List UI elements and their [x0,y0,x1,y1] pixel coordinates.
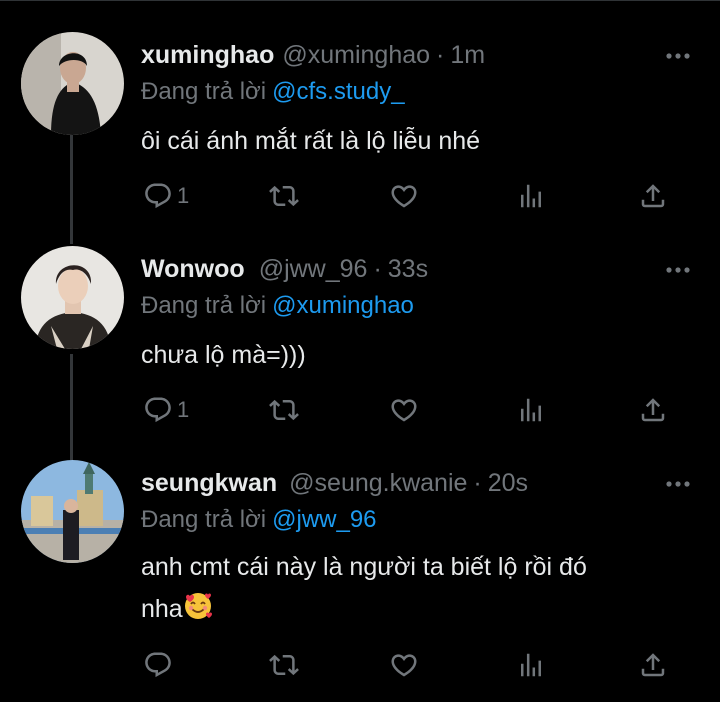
reply-button[interactable] [143,648,177,682]
like-icon [389,650,419,680]
replying-prefix: Đang trả lời [141,506,267,533]
like-button[interactable] [389,179,419,213]
views-button[interactable] [516,648,546,682]
like-button[interactable] [389,393,419,427]
avatar[interactable] [21,246,124,349]
tweet-text: ôi cái ánh mắt rất là lộ liễu nhé [141,127,481,155]
replying-mention[interactable]: @xuminghao [272,292,414,319]
separator-dot: · [373,254,382,283]
share-icon [638,650,668,680]
views-button[interactable] [516,179,546,213]
like-icon [389,181,419,211]
timestamp[interactable]: 20s [488,469,528,498]
more-icon[interactable] [665,52,691,60]
reply-count: 1 [177,183,190,208]
retweet-button[interactable] [269,393,299,427]
reply-count: 1 [177,397,190,422]
user-handle[interactable]: @jww_96 [259,255,368,284]
user-handle[interactable]: @xuminghao [282,41,430,70]
tweet-header: seungkwan @seung.kwanie · 20s [141,466,528,500]
share-button[interactable] [638,393,668,427]
replying-to: Đang trả lời @xuminghao [141,292,414,320]
reply-icon [143,395,173,425]
replying-mention[interactable]: @cfs.study_ [272,78,404,105]
action-bar [141,648,681,682]
top-divider [0,0,720,15]
timestamp[interactable]: 33s [388,255,428,284]
tweet-text-line-2-text: nha [141,595,183,623]
retweet-button[interactable] [269,648,299,682]
tweet-text: chưa lộ mà=))) [141,341,306,369]
action-bar: 1 [141,393,681,427]
replying-to: Đang trả lời @cfs.study_ [141,78,405,106]
reply-button[interactable]: 1 [143,393,189,427]
share-icon [638,395,668,425]
share-button[interactable] [638,648,668,682]
avatar[interactable] [21,32,124,135]
smiling-face-with-hearts-emoji [184,593,212,619]
retweet-icon [269,395,299,425]
tweet-text-line-1: anh cmt cái này là người ta biết lộ rồi … [141,553,587,581]
views-icon [516,395,546,425]
tweet-text-line-2: nha [141,588,701,630]
tweet-header: Wonwoo @jww_96 · 33s [141,252,428,286]
more-icon[interactable] [665,480,691,488]
like-icon [389,395,419,425]
avatar[interactable] [21,460,124,563]
reply-icon [143,181,173,211]
replying-prefix: Đang trả lời [141,292,267,319]
separator-dot: · [473,468,482,497]
more-icon[interactable] [665,266,691,274]
tweet-header: xuminghao @xuminghao · 1m [141,38,485,72]
views-icon [516,181,546,211]
reply-button[interactable]: 1 [143,179,189,213]
tweet-text: anh cmt cái này là người ta biết lộ rồi … [141,546,701,630]
replying-mention[interactable]: @jww_96 [272,506,376,533]
like-button[interactable] [389,648,419,682]
replying-to: Đang trả lời @jww_96 [141,506,377,534]
reply-icon [143,650,173,680]
share-icon [638,181,668,211]
tweet-3[interactable]: seungkwan @seung.kwanie · 20s Đang trả l… [0,460,720,702]
retweet-button[interactable] [269,179,299,213]
separator-dot: · [436,40,445,69]
replying-prefix: Đang trả lời [141,78,267,105]
views-button[interactable] [516,393,546,427]
display-name[interactable]: Wonwoo [141,255,245,284]
views-icon [516,650,546,680]
retweet-icon [269,650,299,680]
timestamp[interactable]: 1m [450,41,485,70]
share-button[interactable] [638,179,668,213]
display-name[interactable]: xuminghao [141,41,274,70]
retweet-icon [269,181,299,211]
tweet-1[interactable]: xuminghao @xuminghao · 1m Đang trả lời @c… [0,32,720,224]
action-bar: 1 [141,179,681,213]
display-name[interactable]: seungkwan [141,469,277,498]
tweet-2[interactable]: Wonwoo @jww_96 · 33s Đang trả lời @xuming… [0,246,720,438]
user-handle[interactable]: @seung.kwanie [289,469,467,498]
